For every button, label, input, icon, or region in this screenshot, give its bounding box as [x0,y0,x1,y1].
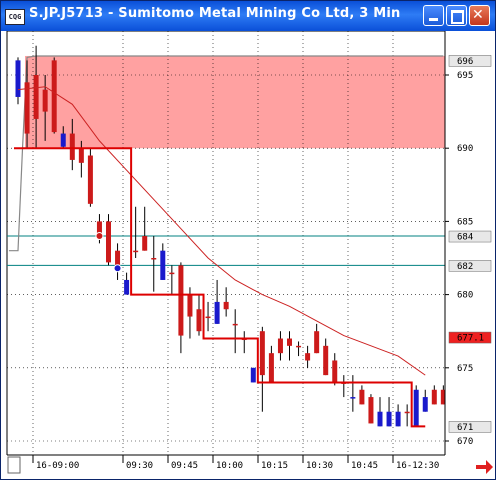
y-tick-label: 680 [457,291,473,301]
candle-body [386,411,392,427]
candle-body [178,265,184,336]
candle-body [160,250,166,280]
candle-body [223,301,229,310]
candle-body [205,316,211,319]
candle-body [413,389,419,427]
candle-body [332,360,338,383]
candle-body [124,279,130,295]
price-marker-label: 682 [457,262,473,272]
candle-body [87,155,93,204]
y-tick-label: 670 [457,437,473,447]
y-tick-label: 695 [457,71,473,81]
candle-body [287,338,292,346]
x-tick-label: 09:45 [171,461,198,471]
x-tick-label: 09:30 [126,461,153,471]
chart-window: CQG S.JP.J5713 - Sumitomo Metal Mining C… [0,0,496,480]
candle-body [69,133,75,160]
candle-body [350,397,356,399]
trade-marker [113,264,122,273]
minimize-icon[interactable] [423,5,444,26]
y-tick-label: 685 [457,217,473,227]
candle-body [78,148,84,163]
y-axis-panel [445,31,495,479]
title-bar[interactable]: CQG S.JP.J5713 - Sumitomo Metal Mining C… [1,1,495,31]
candle-body [151,258,157,260]
price-chart[interactable]: 670 675 680 685 690 695 696 684 682 677.1 671 16-09… [1,31,495,479]
price-marker-label: 684 [457,233,473,243]
price-marker-label: 677.1 [457,334,484,344]
candle-body [169,272,175,275]
candle-body [250,367,256,383]
candle-body [60,133,66,147]
price-marker-label: 696 [457,57,473,67]
x-tick-label: 16-12:30 [396,461,439,471]
candle-body [314,331,320,354]
candle-body [196,309,202,332]
candle-body [42,89,48,112]
candle-body [142,236,148,251]
maximize-icon[interactable] [446,5,467,26]
candle-body [187,294,193,317]
candle-body [106,221,111,263]
candle-body [133,250,139,253]
x-tick-label: 10:00 [216,461,243,471]
highlight-band [25,55,445,149]
close-icon[interactable]: ✕ [469,5,490,26]
candle-body [323,345,329,376]
candle-body [377,411,383,427]
candle-body [115,250,121,266]
chart-area: 670 675 680 685 690 695 696 684 682 677.1 671 16-09… [1,31,495,479]
candle-body [404,411,410,414]
candle-body [277,338,283,354]
price-marker-label: 671 [457,423,473,433]
y-tick-label: 690 [457,144,473,154]
candle-body [33,75,39,119]
x-tick-label: 10:15 [261,461,288,471]
y-tick-label: 675 [457,364,473,374]
candle-body [359,389,365,405]
candle-body [24,82,30,134]
candle-body [232,323,238,326]
candle-body [214,301,220,324]
candle-body [259,331,265,376]
window-title: S.JP.J5713 - Sumitomo Metal Mining Co Lt… [29,6,401,21]
trade-marker [95,232,104,241]
candle-body [268,353,274,383]
app-icon: CQG [5,9,25,25]
scroll-handle[interactable] [7,456,21,474]
candle-body [305,353,311,361]
candle-body [395,411,401,427]
candle-body [422,397,428,412]
candle-body [51,60,57,133]
x-tick-label: 16-09:00 [36,461,79,471]
x-tick-label: 10:45 [351,461,378,471]
candle-body [296,345,302,348]
candle-body [431,389,437,405]
candle-body [368,397,374,424]
candle-body [15,60,21,97]
x-tick-label: 10:30 [306,461,333,471]
